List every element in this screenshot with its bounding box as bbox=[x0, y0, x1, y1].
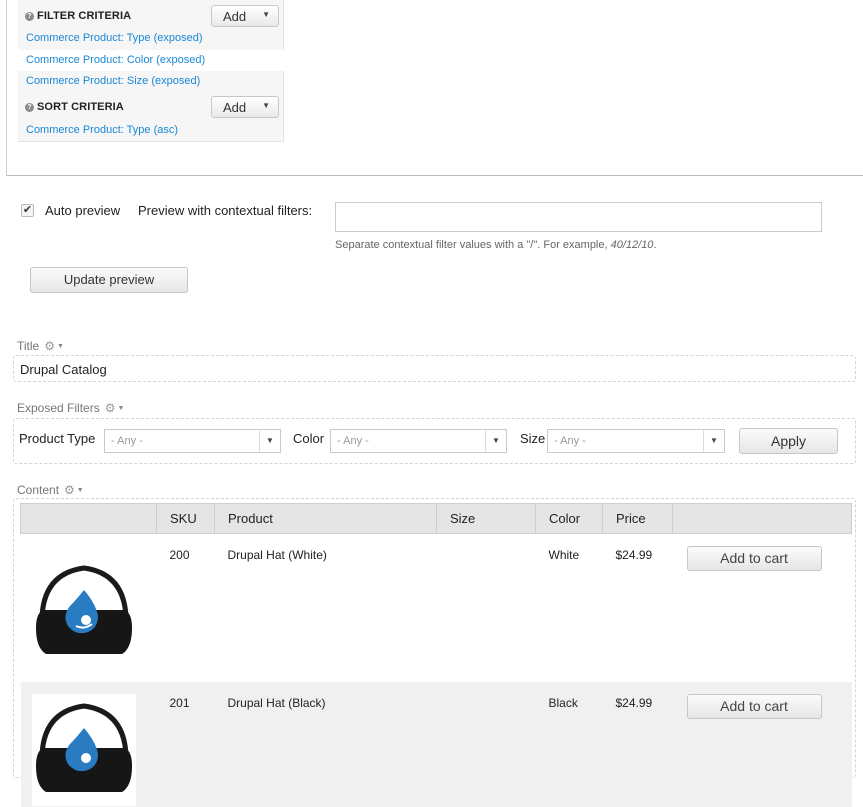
product-image-cell bbox=[20, 681, 157, 807]
filter-criteria-item[interactable]: Commerce Product: Size (exposed) bbox=[18, 71, 284, 92]
table-row: 201 Drupal Hat (Black) Black $24.99 Add … bbox=[20, 681, 852, 807]
exposed-filters-area: Product Type - Any - ▼ Color - Any - ▼ S… bbox=[13, 418, 856, 464]
product-image-cell bbox=[20, 533, 157, 682]
column-header bbox=[20, 503, 157, 534]
sort-criteria-item[interactable]: Commerce Product: Type (asc) bbox=[18, 120, 284, 141]
filter-criteria-add-button[interactable]: Add ▼ bbox=[211, 5, 279, 27]
column-header: Product bbox=[214, 503, 437, 534]
filter-criteria-item[interactable]: Commerce Product: Type (exposed) bbox=[18, 28, 284, 49]
title-section-label: Title ⚙ ▼ bbox=[17, 339, 64, 353]
title-area: Drupal Catalog bbox=[13, 355, 856, 382]
product-type-select[interactable]: - Any - ▼ bbox=[104, 429, 281, 453]
action-cell: Add to cart bbox=[672, 681, 852, 807]
gear-icon[interactable]: ⚙ bbox=[105, 401, 116, 415]
product-type-label: Product Type bbox=[19, 431, 96, 446]
color-cell: White bbox=[535, 533, 603, 682]
chevron-down-icon: ▼ bbox=[76, 486, 84, 494]
contextual-filters-description: Separate contextual filter values with a… bbox=[335, 239, 657, 251]
price-cell: $24.99 bbox=[602, 533, 673, 682]
drupal-hat-black-image[interactable] bbox=[31, 693, 136, 806]
size-label: Size bbox=[520, 431, 546, 446]
drupal-hat-white-image[interactable] bbox=[32, 556, 136, 668]
apply-button[interactable]: Apply bbox=[739, 428, 838, 454]
size-cell bbox=[436, 681, 536, 807]
add-to-cart-button[interactable]: Add to cart bbox=[686, 693, 822, 719]
page-title: Drupal Catalog bbox=[20, 362, 107, 377]
size-select[interactable]: - Any - ▼ bbox=[547, 429, 725, 453]
gear-icon[interactable]: ⚙ bbox=[44, 339, 55, 353]
chevron-down-icon: ▼ bbox=[259, 430, 280, 452]
table-row: 200 Drupal Hat (White) White $24.99 Add … bbox=[20, 533, 852, 682]
chevron-down-icon: ▼ bbox=[485, 430, 506, 452]
criteria-panel: ? FILTER CRITERIA Add ▼ Commerce Product… bbox=[18, 0, 284, 142]
product-cell: Drupal Hat (White) bbox=[214, 533, 437, 682]
auto-preview-checkbox[interactable]: ✔ bbox=[21, 204, 34, 217]
contextual-filters-label: Preview with contextual filters: bbox=[138, 203, 313, 218]
update-preview-button[interactable]: Update preview bbox=[30, 267, 188, 293]
filter-criteria-header: ? FILTER CRITERIA Add ▼ bbox=[18, 3, 284, 29]
sort-criteria-header: ? SORT CRITERIA Add ▼ bbox=[18, 94, 284, 120]
auto-preview-label: Auto preview bbox=[45, 203, 121, 218]
content-area: SKU Product Size Color Price 200 Drupal … bbox=[13, 498, 856, 807]
add-label: Add bbox=[223, 8, 247, 24]
chevron-down-icon: ▼ bbox=[117, 404, 125, 412]
column-header: Price bbox=[602, 503, 673, 534]
price-cell: $24.99 bbox=[602, 681, 673, 807]
help-icon[interactable]: ? bbox=[25, 11, 34, 21]
table-header-row: SKU Product Size Color Price bbox=[20, 503, 852, 534]
sort-criteria-title: SORT CRITERIA bbox=[37, 101, 124, 113]
content-section-label: Content ⚙ ▼ bbox=[17, 483, 84, 497]
column-header: Color bbox=[535, 503, 603, 534]
sku-cell: 200 bbox=[156, 533, 215, 682]
sort-criteria-add-button[interactable]: Add ▼ bbox=[211, 96, 279, 118]
gear-icon[interactable]: ⚙ bbox=[64, 483, 75, 497]
product-cell: Drupal Hat (Black) bbox=[214, 681, 437, 807]
filter-criteria-title: FILTER CRITERIA bbox=[37, 10, 132, 22]
column-header: SKU bbox=[156, 503, 215, 534]
size-cell bbox=[436, 533, 536, 682]
help-icon[interactable]: ? bbox=[25, 102, 34, 112]
add-label: Add bbox=[223, 99, 247, 115]
filter-criteria-item[interactable]: Commerce Product: Color (exposed) bbox=[18, 50, 284, 71]
sku-cell: 201 bbox=[156, 681, 215, 807]
products-table: SKU Product Size Color Price 200 Drupal … bbox=[20, 503, 852, 807]
action-cell: Add to cart bbox=[672, 533, 852, 682]
column-header: Size bbox=[436, 503, 536, 534]
column-header bbox=[672, 503, 852, 534]
chevron-down-icon: ▼ bbox=[703, 430, 724, 452]
exposed-filters-label: Exposed Filters ⚙ ▼ bbox=[17, 401, 125, 415]
color-label: Color bbox=[293, 431, 325, 446]
contextual-filters-input[interactable] bbox=[335, 202, 822, 232]
chevron-down-icon: ▼ bbox=[262, 10, 270, 19]
add-to-cart-button[interactable]: Add to cart bbox=[686, 546, 822, 571]
color-cell: Black bbox=[535, 681, 603, 807]
chevron-down-icon: ▼ bbox=[262, 101, 270, 110]
chevron-down-icon: ▼ bbox=[57, 342, 64, 350]
color-select[interactable]: - Any - ▼ bbox=[330, 429, 507, 453]
